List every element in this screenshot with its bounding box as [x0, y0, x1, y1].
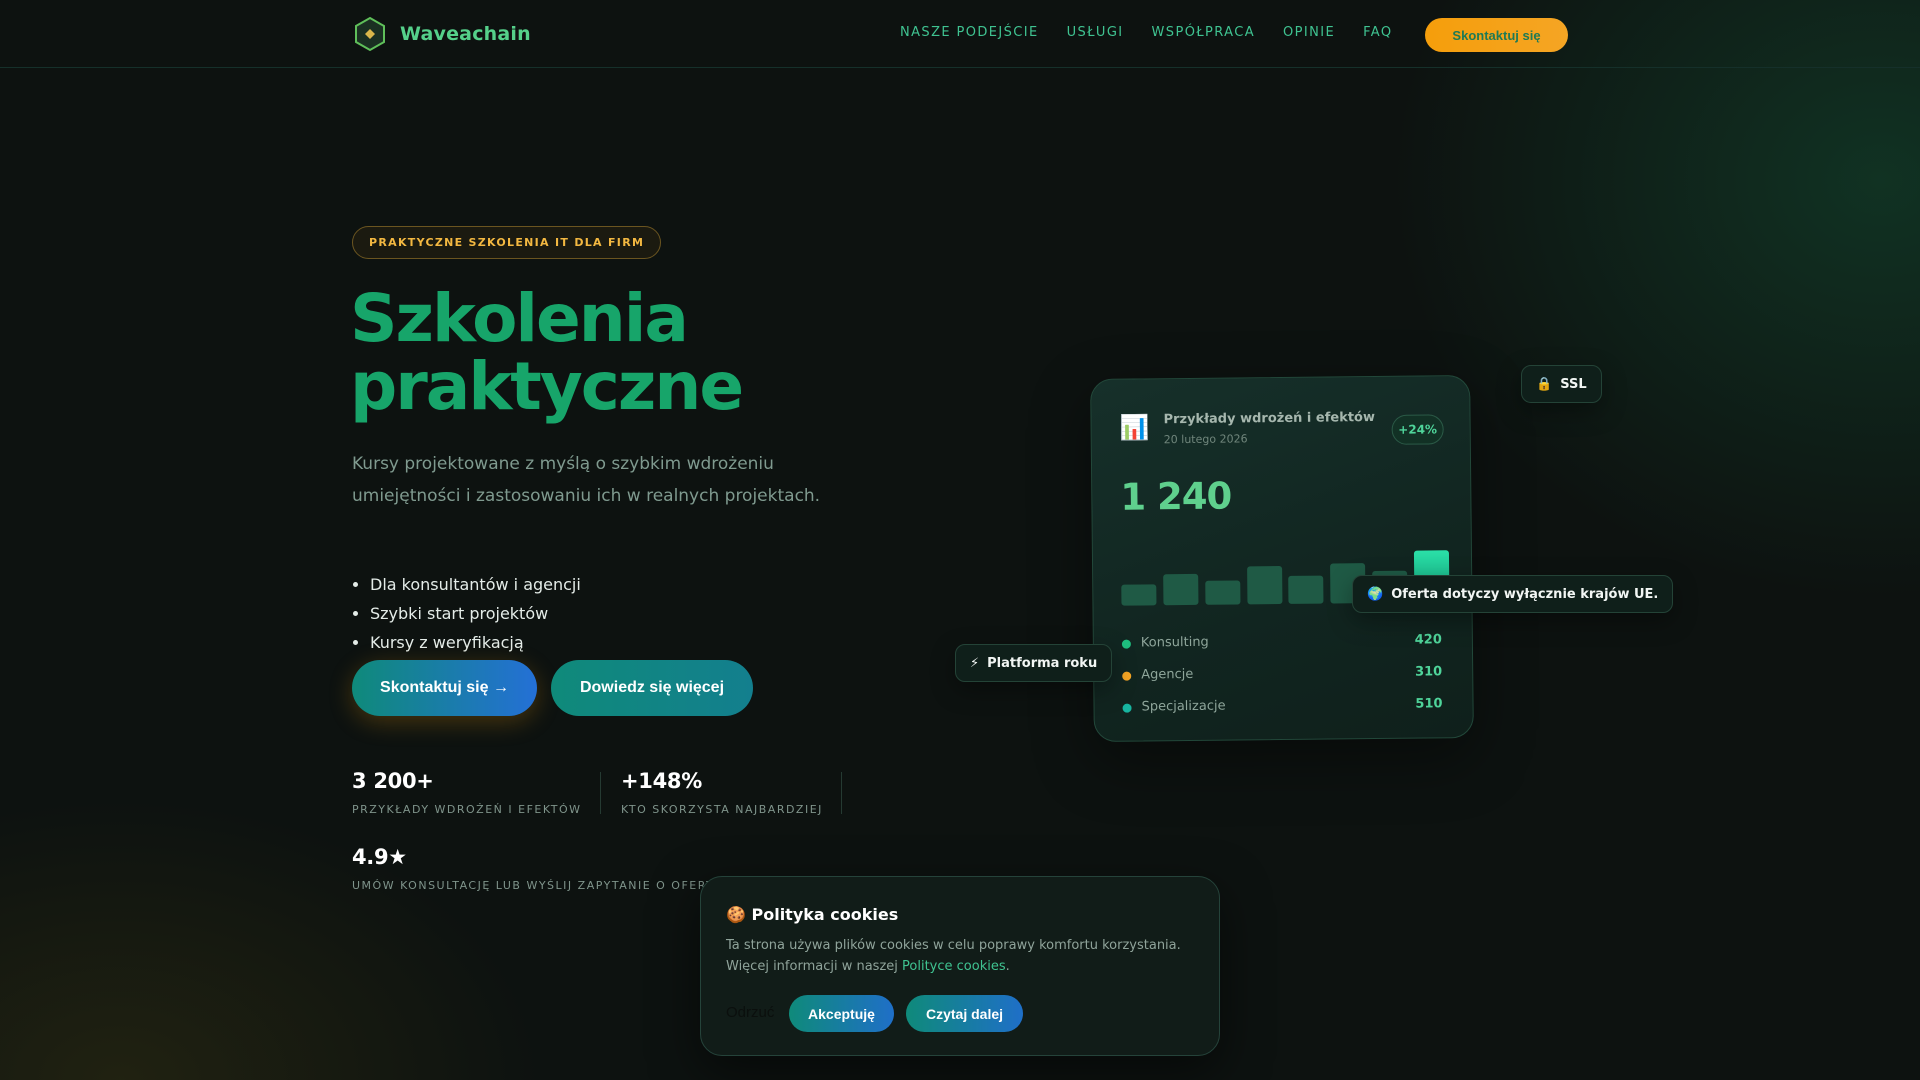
cookie-banner: 🍪 Polityka cookies Ta strona używa plikó…: [700, 876, 1220, 1056]
legend-dot: [1122, 703, 1132, 713]
brand-name: Waveachain: [400, 23, 531, 45]
legend-name: Agencje: [1141, 666, 1194, 683]
eu-offer-label: Oferta dotyczy wyłącznie krajów UE.: [1391, 586, 1659, 602]
cookie-text-end: .: [1005, 959, 1010, 974]
site-header: Waveachain NASZE PODEJŚCIE USŁUGI WSPÓŁP…: [0, 0, 1920, 68]
legend-name: Specjalizacje: [1141, 698, 1226, 715]
cookie-accept-button[interactable]: Akceptuję: [789, 995, 894, 1032]
dashboard-card: 📊 Przykłady wdrożeń i efektów 20 lutego …: [1090, 375, 1474, 742]
stat-implementations: 3 200+ PRZYKŁADY WDROŻEŃ I EFEKTÓW: [352, 769, 581, 816]
nav-item-podejscie[interactable]: NASZE PODEJŚCIE: [900, 25, 1039, 40]
contact-button[interactable]: Skontaktuj się: [1425, 18, 1568, 52]
legend-name: Konsulting: [1140, 634, 1209, 651]
nav-item-opinie[interactable]: OPINIE: [1283, 25, 1335, 40]
dashboard-bar: [1288, 575, 1324, 604]
cookie-read-more-button[interactable]: Czytaj dalej: [906, 995, 1023, 1032]
learn-more-button[interactable]: Dowiedz się więcej: [551, 660, 753, 716]
main-nav: NASZE PODEJŚCIE USŁUGI WSPÓŁPRACA OPINIE…: [900, 25, 1421, 40]
lightning-icon: ⚡: [970, 655, 980, 671]
legend-value: 510: [1415, 696, 1443, 712]
dashboard-title: Przykłady wdrożeń i efektów: [1163, 410, 1376, 428]
dashboard-bar: [1205, 580, 1241, 605]
hero-subtitle: Kursy projektowane z myślą o szybkim wdr…: [352, 454, 821, 506]
legend-value: 420: [1414, 632, 1442, 648]
stat-label: PRZYKŁADY WDROŻEŃ I EFEKTÓW: [352, 803, 582, 816]
hero-badge: PRAKTYCZNE SZKOLENIA IT DLA FIRM: [352, 226, 662, 259]
legend-dot: [1122, 671, 1132, 681]
stat-divider: [841, 772, 842, 814]
bullet-item: Szybki start projektów: [352, 599, 581, 628]
hero-title-line2: praktyczne: [350, 348, 744, 425]
dashboard-big-value: 1 240: [1120, 474, 1232, 519]
stat-value: 4.9★: [352, 845, 407, 869]
stat-label: UMÓW KONSULTACJĘ LUB WYŚLIJ ZAPYTANIE O …: [352, 879, 723, 892]
stat-value: 3 200+: [352, 769, 434, 793]
stat-divider: [600, 772, 601, 814]
stat-growth: +148% KTO SKORZYSTA NAJBARDZIEJ: [621, 769, 823, 816]
hero-title: Szkolenia praktyczne: [350, 285, 950, 421]
legend-dot: [1121, 639, 1131, 649]
brand-logo[interactable]: Waveachain: [352, 16, 531, 52]
hero-contact-button[interactable]: Skontaktuj się →: [352, 660, 537, 716]
dashboard-delta-badge: +24%: [1391, 414, 1444, 445]
legend-row-agencje: Agencje 310: [1122, 662, 1442, 685]
globe-icon: 🌍: [1367, 586, 1384, 602]
lock-icon: 🔒: [1536, 376, 1553, 392]
bullet-item: Dla konsultantów i agencji: [352, 570, 581, 599]
nav-item-uslugi[interactable]: USŁUGI: [1067, 25, 1124, 40]
legend-row-konsulting: Konsulting 420: [1121, 630, 1442, 653]
stat-rating: 4.9★ UMÓW KONSULTACJĘ LUB WYŚLIJ ZAPYTAN…: [352, 845, 723, 892]
nav-item-wspolpraca[interactable]: WSPÓŁPRACA: [1152, 25, 1255, 40]
hexagon-logo-icon: [352, 16, 388, 52]
hero-title-line1: Szkolenia: [350, 280, 689, 357]
hero-bullet-list: Dla konsultantów i agencji Szybki start …: [352, 570, 581, 657]
platform-label: Platforma roku: [987, 655, 1098, 671]
cookie-title: 🍪 Polityka cookies: [726, 905, 899, 924]
legend-value: 310: [1414, 664, 1443, 680]
bar-chart-icon: 📊: [1119, 413, 1150, 442]
cookie-policy-link[interactable]: Polityce cookies: [902, 959, 1006, 974]
stat-value: +148%: [621, 769, 702, 793]
nav-item-faq[interactable]: FAQ: [1363, 25, 1392, 40]
cookie-reject-button[interactable]: Odrzuć: [726, 1004, 774, 1021]
platform-chip: ⚡ Platforma roku: [955, 644, 1113, 682]
eu-offer-chip: 🌍 Oferta dotyczy wyłącznie krajów UE.: [1352, 575, 1674, 613]
stat-label: KTO SKORZYSTA NAJBARDZIEJ: [621, 803, 823, 816]
cookie-text: Ta strona używa plików cookies w celu po…: [726, 935, 1201, 977]
bullet-item: Kursy z weryfikacją: [352, 628, 581, 657]
ssl-chip: 🔒 SSL: [1521, 365, 1602, 403]
dashboard-bar: [1121, 584, 1157, 606]
dashboard-date: 20 lutego 2026: [1163, 432, 1248, 447]
dashboard-bar: [1247, 565, 1283, 605]
legend-row-specjalizacje: Specjalizacje 510: [1122, 694, 1443, 717]
ssl-label: SSL: [1560, 376, 1587, 392]
dashboard-bar: [1163, 573, 1199, 606]
